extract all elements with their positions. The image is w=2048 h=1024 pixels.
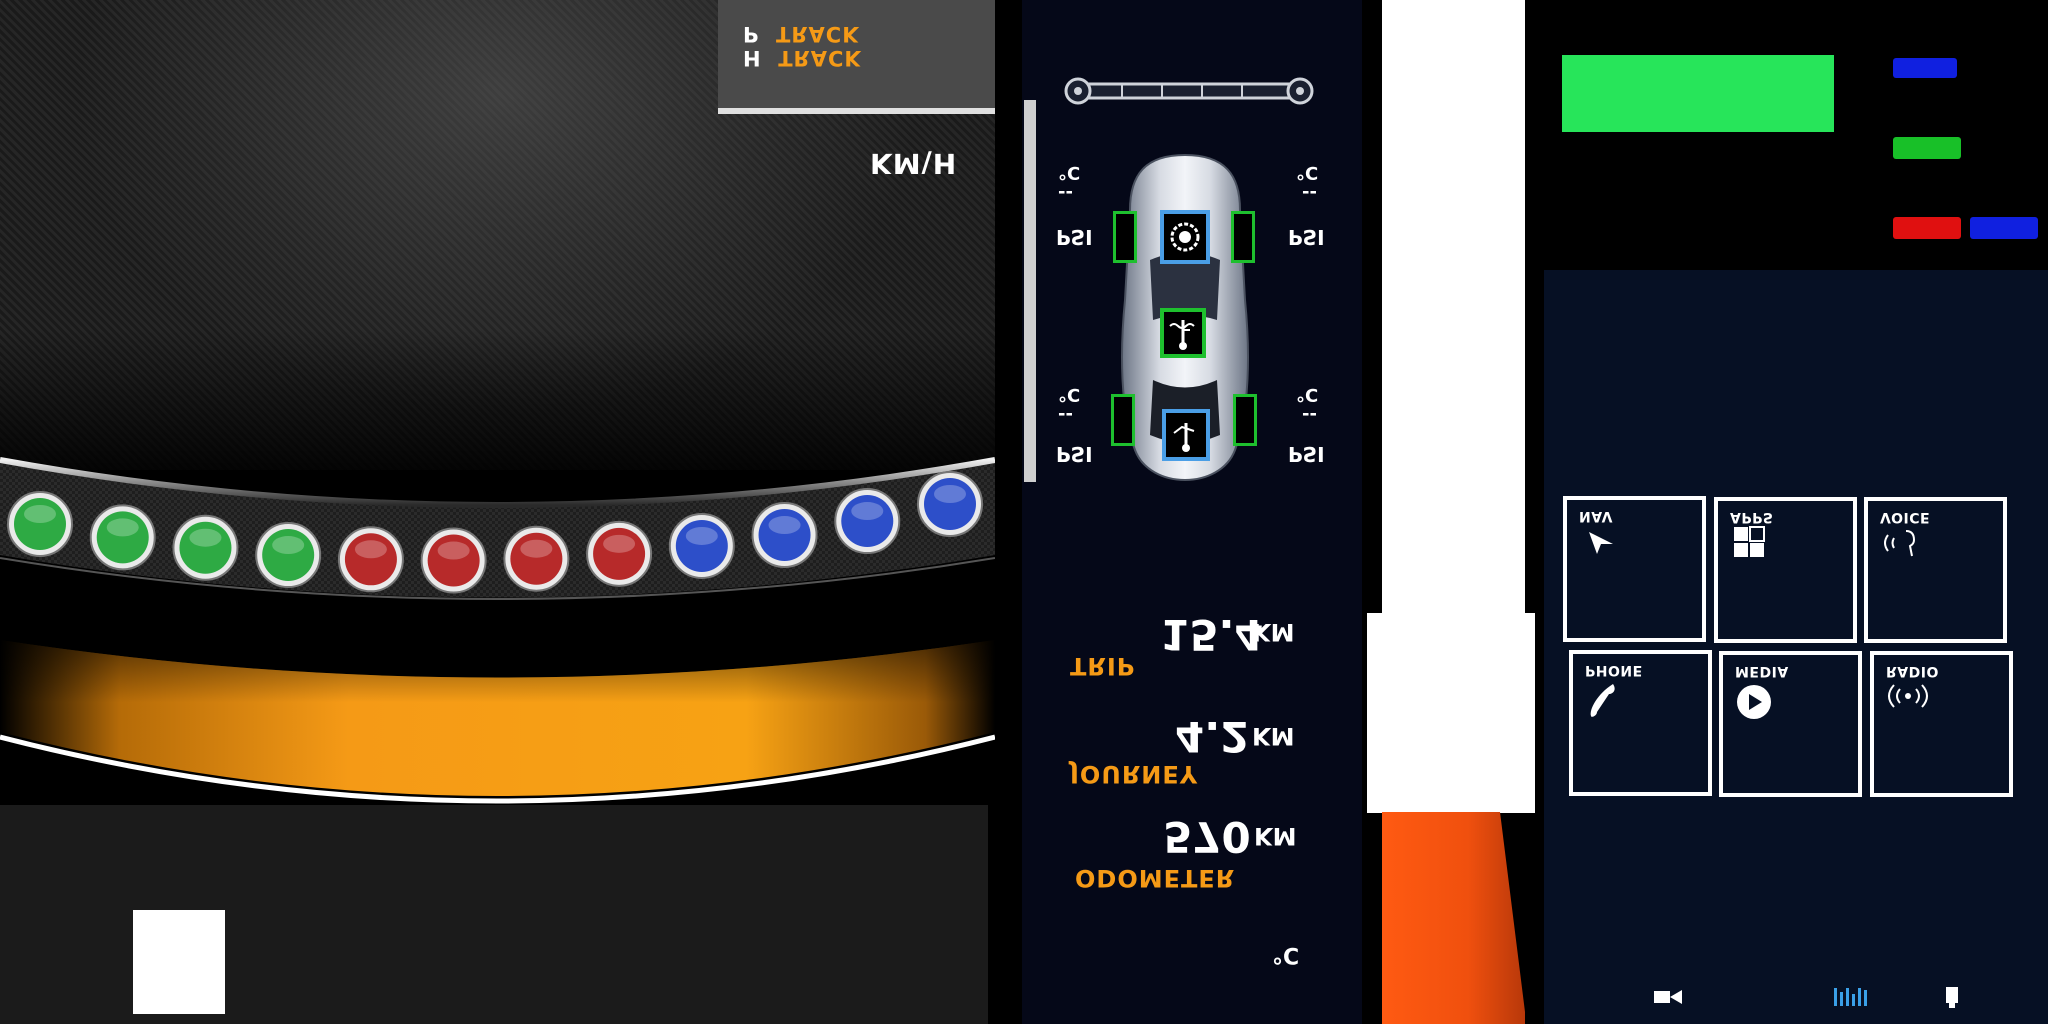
- shift-light-highlight: [272, 536, 305, 555]
- white-strip: [1382, 0, 1525, 615]
- tire-fl-temp-unit: °C: [1058, 162, 1081, 183]
- oil-temp-icon: [1162, 409, 1210, 461]
- journey-value: 4.2: [1175, 712, 1250, 761]
- shift-light-highlight: [354, 540, 387, 559]
- green-swatch: [1893, 137, 1961, 159]
- navigation-arrow-icon: [1589, 532, 1613, 554]
- tire-rear-right: [1233, 394, 1257, 446]
- green-swatch-block: [1562, 55, 1834, 132]
- trip-value: 15.4: [1160, 610, 1264, 659]
- blue-swatch-2: [1970, 217, 2038, 239]
- menu-tile-voice[interactable]: VOICE: [1864, 497, 2007, 643]
- outside-temp-unit: °C: [1272, 942, 1300, 967]
- engine-warning-icon: [1160, 210, 1210, 264]
- drive-mode-box: H TRACK P TRACK: [718, 0, 995, 114]
- apps-grid-icon: [1734, 526, 1765, 557]
- tire-fr-value: --: [1302, 182, 1317, 203]
- shift-light-highlight: [189, 528, 222, 547]
- odometer-label: ODOMETER: [1075, 864, 1236, 892]
- tire-front-right: [1231, 211, 1255, 263]
- menu-tile-phone[interactable]: PHONE: [1569, 650, 1712, 796]
- drive-mode-h-track: H TRACK: [743, 46, 862, 70]
- dash-texture-panel: H TRACK P TRACK KM\H: [0, 0, 995, 1024]
- infotainment-menu-panel: [1544, 270, 2048, 1024]
- shift-light-highlight: [520, 539, 553, 558]
- tire-rr-temp-unit: °C: [1296, 384, 1319, 405]
- play-icon: [1737, 685, 1771, 719]
- shift-light-highlight: [437, 541, 470, 560]
- odometer-unit: KM: [1254, 822, 1297, 850]
- menu-tile-media-label: MEDIA: [1735, 663, 1789, 679]
- menu-tile-radio[interactable]: RADIO: [1870, 651, 2013, 797]
- menu-tile-apps[interactable]: APPS: [1714, 497, 1857, 643]
- journey-label: JOURNEY: [1070, 760, 1199, 788]
- tire-fl-value: --: [1058, 182, 1073, 203]
- trip-label: TRIP: [1070, 652, 1136, 680]
- menu-tile-nav[interactable]: NAV: [1563, 496, 1706, 642]
- drive-mode-p-track: P TRACK: [743, 22, 860, 46]
- shift-light-highlight: [685, 526, 718, 545]
- odometer-value: 570: [1163, 812, 1251, 861]
- chassis-bar-icon: [1064, 77, 1314, 105]
- shift-light-highlight: [768, 516, 801, 535]
- white-block: [133, 910, 225, 1014]
- red-swatch: [1893, 217, 1961, 239]
- white-block-large: [1367, 613, 1535, 813]
- speed-unit-label: KM\H: [870, 147, 958, 180]
- tire-rl-temp-unit: °C: [1058, 384, 1081, 405]
- tire-fl-pressure-unit: PSI: [1056, 225, 1093, 249]
- journey-unit: KM: [1252, 722, 1295, 750]
- shift-light-strip: [0, 457, 995, 600]
- radio-icon: [1888, 684, 1928, 708]
- tire-front-left: [1113, 211, 1137, 263]
- camera-icon[interactable]: [1652, 988, 1684, 1006]
- menu-tile-phone-label: PHONE: [1585, 662, 1643, 678]
- signal-bars-icon[interactable]: [1833, 986, 1867, 1008]
- rpm-orange-band: [0, 640, 995, 804]
- menu-tile-voice-label: VOICE: [1880, 509, 1931, 525]
- tire-rr-value: --: [1302, 404, 1317, 425]
- menu-tile-radio-label: RADIO: [1886, 663, 1939, 679]
- tire-fr-temp-unit: °C: [1296, 162, 1319, 183]
- tire-rr-pressure-unit: PSI: [1288, 442, 1325, 466]
- tire-rl-pressure-unit: PSI: [1056, 442, 1093, 466]
- blue-swatch: [1893, 58, 1957, 78]
- tire-rl-value: --: [1058, 404, 1073, 425]
- menu-tile-apps-label: APPS: [1730, 509, 1774, 525]
- menu-tile-media[interactable]: MEDIA: [1719, 651, 1862, 797]
- tire-fr-pressure-unit: PSI: [1288, 225, 1325, 249]
- shift-light-highlight: [603, 534, 636, 553]
- phone-icon: [1590, 684, 1615, 717]
- battery-icon[interactable]: [1945, 986, 1959, 1010]
- trip-unit: KM: [1252, 618, 1295, 646]
- shift-light-highlight: [851, 502, 884, 521]
- coolant-temp-icon: [1160, 308, 1206, 358]
- info-scrollbar[interactable]: [1024, 100, 1036, 482]
- shift-light-highlight: [24, 505, 56, 523]
- shift-light-highlight: [106, 518, 139, 537]
- orange-gradient-strip: [1382, 812, 1525, 1024]
- voice-icon: [1884, 530, 1916, 557]
- shift-light-highlight: [934, 485, 966, 503]
- tire-rear-left: [1111, 394, 1135, 446]
- menu-tile-nav-label: NAV: [1579, 508, 1613, 524]
